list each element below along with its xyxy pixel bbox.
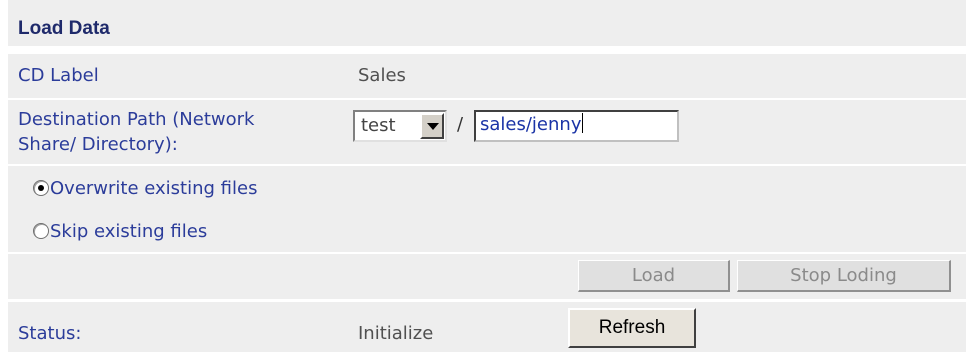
overwrite-radio[interactable] [33,180,49,196]
status-row [8,302,966,352]
overwrite-label[interactable]: Overwrite existing files [50,177,257,201]
title-band [8,0,966,46]
destination-label-line2: Share/ Directory): [18,134,178,155]
skip-radio[interactable] [33,223,49,239]
status-value: Initialize [358,323,434,344]
cd-label-row [8,54,966,98]
status-label: Status: [18,323,82,344]
chevron-down-icon[interactable] [420,113,444,139]
radio-selected-dot [38,185,44,191]
cd-label-label: CD Label [18,65,99,86]
stop-loading-button[interactable]: Stop Loding [737,260,951,292]
refresh-button[interactable]: Refresh [568,308,696,348]
cd-label-value: Sales [358,65,406,86]
load-button[interactable]: Load [578,260,730,292]
directory-input[interactable]: sales/jenny [474,110,679,142]
directory-input-value: sales/jenny [480,114,582,135]
section-title: Load Data [18,18,110,39]
share-select-value: test [361,115,396,136]
path-separator: / [457,114,464,135]
share-select[interactable]: test [353,110,447,142]
text-caret [582,113,584,133]
destination-label-line1: Destination Path (Network [18,109,255,130]
skip-label[interactable]: Skip existing files [50,220,207,244]
